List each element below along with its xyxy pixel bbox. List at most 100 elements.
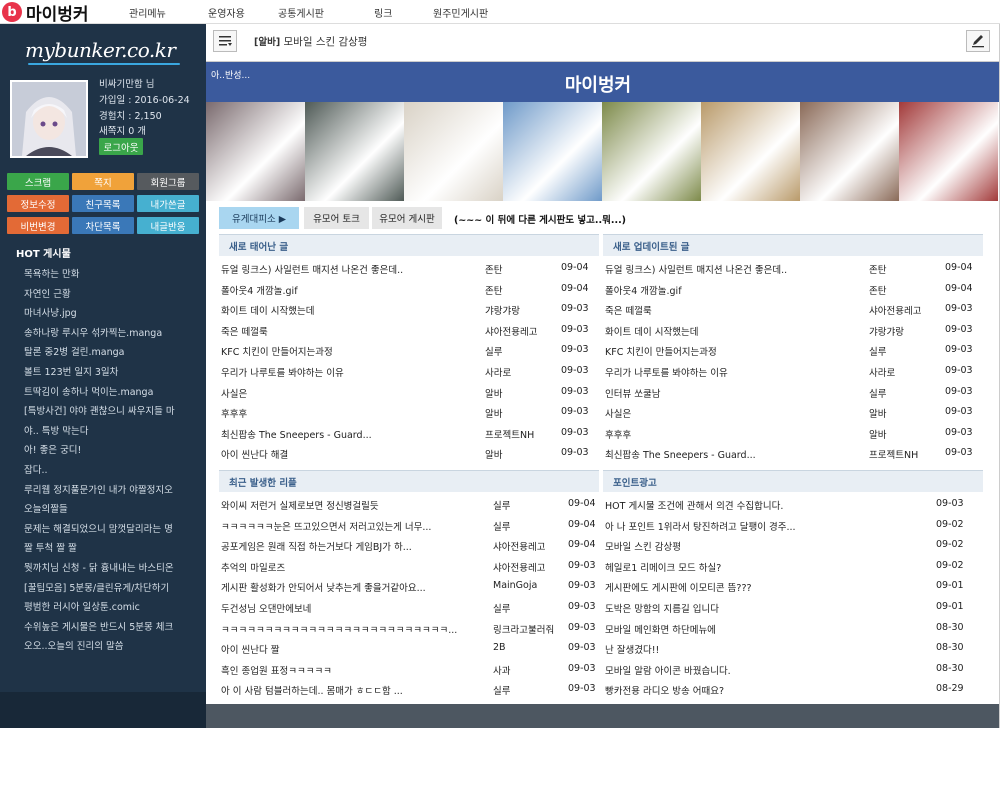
table-row[interactable]: 추억의 마일로즈 샤아전용레고 09-03 xyxy=(219,557,599,575)
table-row[interactable]: KFC 치킨이 만들어지는과정 실루 09-03 xyxy=(219,341,599,359)
table-row[interactable]: 듀얼 링크스) 사일런트 매지션 나온건 좋은데.. 존탄 09-04 xyxy=(219,259,599,277)
tab-humor-board[interactable]: 유모어 게시판 xyxy=(372,207,442,229)
table-row[interactable]: 폴아웃4 개깜놀.gif 존탄 09-04 xyxy=(219,280,599,298)
table-row[interactable]: 폴아웃4 개깜놀.gif 존탄 09-04 xyxy=(603,280,983,298)
table-row[interactable]: 듀얼 링크스) 사일런트 매지션 나온건 좋은데.. 존탄 09-04 xyxy=(603,259,983,277)
table-row[interactable]: 와이씨 저런거 실제로보면 정신병걸릴듯 실루 09-04 xyxy=(219,495,599,513)
hot-post-item[interactable]: 송하나랑 루시우 섞카찍는.manga xyxy=(24,325,196,339)
sidebar-button-0[interactable]: 스크랩 xyxy=(7,173,69,190)
top-bar: b 마이벙커 관리메뉴 운영자용 공통게시판 링크 원주민게시판 xyxy=(0,0,1000,25)
nav-links[interactable]: 링크 xyxy=(374,5,392,20)
hot-post-item[interactable]: 루리웹 정지풀문가인 내가 야짤정지오 xyxy=(24,482,196,496)
post-date: 09-03 xyxy=(561,406,589,418)
table-row[interactable]: 최신팝송 The Sneepers - Guard... 프로젝트NH 09-03 xyxy=(219,424,599,442)
table-row[interactable]: 죽은 떼껄룩 샤아전용레고 09-03 xyxy=(603,300,983,318)
table-row[interactable]: 모바일 알람 아이콘 바꿨습니다. 08-30 xyxy=(603,660,983,678)
table-row[interactable]: 게시판 활성화가 안되어서 낮추는게 좋을거같아요... MainGoja 09-0… xyxy=(219,577,599,595)
reply-date: 09-03 xyxy=(568,601,596,612)
menu-button[interactable] xyxy=(213,30,237,52)
table-row[interactable]: ㅋㅋㅋㅋㅋㅋ눈은 뜨고있으면서 저러고있는게 너무... 실루 09-04 xyxy=(219,516,599,534)
table-row[interactable]: 우리가 나루토를 봐야하는 이유 사라로 09-03 xyxy=(603,362,983,380)
hot-post-item[interactable]: 트딱김이 송하나 먹이는.manga xyxy=(24,384,196,398)
sidebar-button-8[interactable]: 내글반응 xyxy=(137,217,199,234)
hot-post-item[interactable]: 평범한 러시아 일상툰.comic xyxy=(24,599,196,613)
table-row[interactable]: 아이 씬난다 해결 알바 09-03 xyxy=(219,444,599,462)
site-logo[interactable]: b 마이벙커 xyxy=(2,1,89,25)
table-row[interactable]: 아이 씬난다 짤 2B 09-03 xyxy=(219,639,599,657)
hot-post-item[interactable]: [꿀팁모음] 5분몽/클린유게/차단하기 xyxy=(24,580,196,594)
table-row[interactable]: 사실은 알바 09-03 xyxy=(219,383,599,401)
table-row[interactable]: 두건성님 오댄만에보네 실루 09-03 xyxy=(219,598,599,616)
table-row[interactable]: 모바일 스킨 감상평 09-02 xyxy=(603,536,983,554)
hot-post-item[interactable]: 아! 좋은 궁디! xyxy=(24,442,196,456)
table-row[interactable]: HOT 게시물 조건에 관해서 의견 수집합니다. 09-03 xyxy=(603,495,983,513)
table-row[interactable]: KFC 치킨이 만들어지는과정 실루 09-03 xyxy=(603,341,983,359)
sidebar-button-6[interactable]: 비번변경 xyxy=(7,217,69,234)
sidebar-button-5[interactable]: 내가쓴글 xyxy=(137,195,199,212)
table-row[interactable]: 도박은 망함의 지름길 입니다 09-01 xyxy=(603,598,983,616)
hot-post-item[interactable]: 야.. 특방 막는다 xyxy=(24,423,196,437)
post-date: 09-03 xyxy=(945,406,973,418)
nav-operator[interactable]: 운영자용 xyxy=(208,5,245,20)
hot-post-item[interactable]: 탈론 중2병 걸린.manga xyxy=(24,344,196,358)
tab-yuge-shelter[interactable]: 유게대피소 ▶ xyxy=(219,207,299,229)
hot-post-item[interactable]: 볼트 123번 일지 3일차 xyxy=(24,364,196,378)
brand-logo[interactable]: mybunker.co.kr xyxy=(25,38,176,62)
hot-post-item[interactable]: [특방사건] 야야 괜찮으니 싸우지들 마 xyxy=(24,403,196,417)
table-row[interactable]: 죽은 떼껄룩 샤아전용레고 09-03 xyxy=(219,321,599,339)
table-row[interactable]: 우리가 나루토를 봐야하는 이유 사라로 09-03 xyxy=(219,362,599,380)
table-row[interactable]: 후후후 알바 09-03 xyxy=(219,403,599,421)
logout-button[interactable]: 로그아웃 xyxy=(99,138,143,155)
hot-post-item[interactable]: 문제는 해결되었으니 맘껏달리라는 명 xyxy=(24,521,196,535)
hot-post-item[interactable]: 수위높은 게시물은 반드시 5분몽 체크 xyxy=(24,619,196,633)
profile-memo[interactable]: 새쪽지 0 개 xyxy=(99,123,146,137)
sidebar-button-4[interactable]: 친구목록 xyxy=(72,195,134,212)
profile-exp: 경험치 : 2,150 xyxy=(99,111,162,122)
table-row[interactable]: 화이트 데이 시작했는데 갸랑갸랑 09-03 xyxy=(219,300,599,318)
post-author: 존탄 xyxy=(869,265,887,276)
nav-admin-menu[interactable]: 관리메뉴 xyxy=(129,5,166,20)
table-row[interactable]: 최신팝송 The Sneepers - Guard... 프로젝트NH 09-03 xyxy=(603,444,983,462)
hot-post-item[interactable]: 오늘의짤들 xyxy=(24,501,196,515)
table-row[interactable]: 아 이 사람 텀블러하는데.. 몸매가 ㅎㄷㄷ함 ... 실루 09-03 xyxy=(219,680,599,698)
ad-title: 난 잘생겼다!! xyxy=(605,645,660,657)
hot-post-item[interactable]: 잡다.. xyxy=(24,462,196,476)
table-row[interactable]: 난 잘생겼다!! 08-30 xyxy=(603,639,983,657)
table-row[interactable]: ㅋㅋㅋㅋㅋㅋㅋㅋㅋㅋㅋㅋㅋㅋㅋㅋㅋㅋㅋㅋㅋㅋㅋㅋㅋㅋ... 링크라고불러줘 09-0… xyxy=(219,619,599,637)
table-row[interactable]: 사실은 알바 09-03 xyxy=(603,403,983,421)
ad-date: 09-01 xyxy=(936,601,964,612)
tab-humor-talk[interactable]: 유모어 토크 xyxy=(304,207,369,229)
hot-post-item[interactable]: 오오..오늘의 진리의 말씀 xyxy=(24,638,196,652)
sidebar-button-1[interactable]: 쪽지 xyxy=(72,173,134,190)
table-row[interactable]: 아 나 포인트 1위라서 탕진하려고 달팽이 경주... 09-02 xyxy=(603,516,983,534)
post-date: 09-03 xyxy=(945,426,973,438)
table-row[interactable]: 헤일로1 리메이크 모드 하실? 09-02 xyxy=(603,557,983,575)
write-button[interactable] xyxy=(966,30,990,52)
post-author: 실루 xyxy=(869,388,887,400)
nav-common-board[interactable]: 공통게시판 xyxy=(278,5,324,20)
reply-author: 실루 xyxy=(493,604,511,615)
sidebar-button-7[interactable]: 차단목록 xyxy=(72,217,134,234)
post-title: 폴아웃4 개깜놀.gif xyxy=(221,285,298,297)
table-row[interactable]: 공포게임은 원래 직접 하는거보다 게임BJ가 하... 샤아전용레고 09-04 xyxy=(219,536,599,554)
hot-post-item[interactable]: 짤 투척 짤 짤 xyxy=(24,540,196,554)
hot-post-item[interactable]: 뭣까치님 신청 - 닭 흉내내는 바스티온 xyxy=(24,560,196,574)
table-row[interactable]: 인터뷰 쏘쿨남 실루 09-03 xyxy=(603,383,983,401)
hot-post-item[interactable]: 마녀사냥.jpg xyxy=(24,305,196,319)
hot-post-item[interactable]: 목욕하는 만화 xyxy=(24,266,196,280)
table-row[interactable]: 모바일 메인화면 하단메뉴에 08-30 xyxy=(603,619,983,637)
nav-native-board[interactable]: 원주민게시판 xyxy=(433,5,488,20)
ad-title: 모바일 스킨 감상평 xyxy=(605,542,681,554)
panel-title-recent_replies: 최근 발생한 리플 xyxy=(219,470,599,492)
banner-photo xyxy=(701,102,800,201)
table-row[interactable]: 후후후 알바 09-03 xyxy=(603,424,983,442)
reply-author: 실루 xyxy=(493,521,511,533)
sidebar-button-2[interactable]: 회원그룹 xyxy=(137,173,199,190)
table-row[interactable]: 흑인 종업원 표정ㅋㅋㅋㅋㅋ 사과 09-03 xyxy=(219,660,599,678)
table-row[interactable]: 화이트 데이 시작했는데 갸랑갸랑 09-03 xyxy=(603,321,983,339)
table-row[interactable]: 빵카전용 라디오 방송 어때요? 08-29 xyxy=(603,680,983,698)
hot-post-item[interactable]: 자연인 근황 xyxy=(24,286,196,300)
sidebar-button-3[interactable]: 정보수정 xyxy=(7,195,69,212)
table-row[interactable]: 게시판에도 게시판에 이모티콘 뜸??? 09-01 xyxy=(603,577,983,595)
banner-photo xyxy=(503,102,602,201)
